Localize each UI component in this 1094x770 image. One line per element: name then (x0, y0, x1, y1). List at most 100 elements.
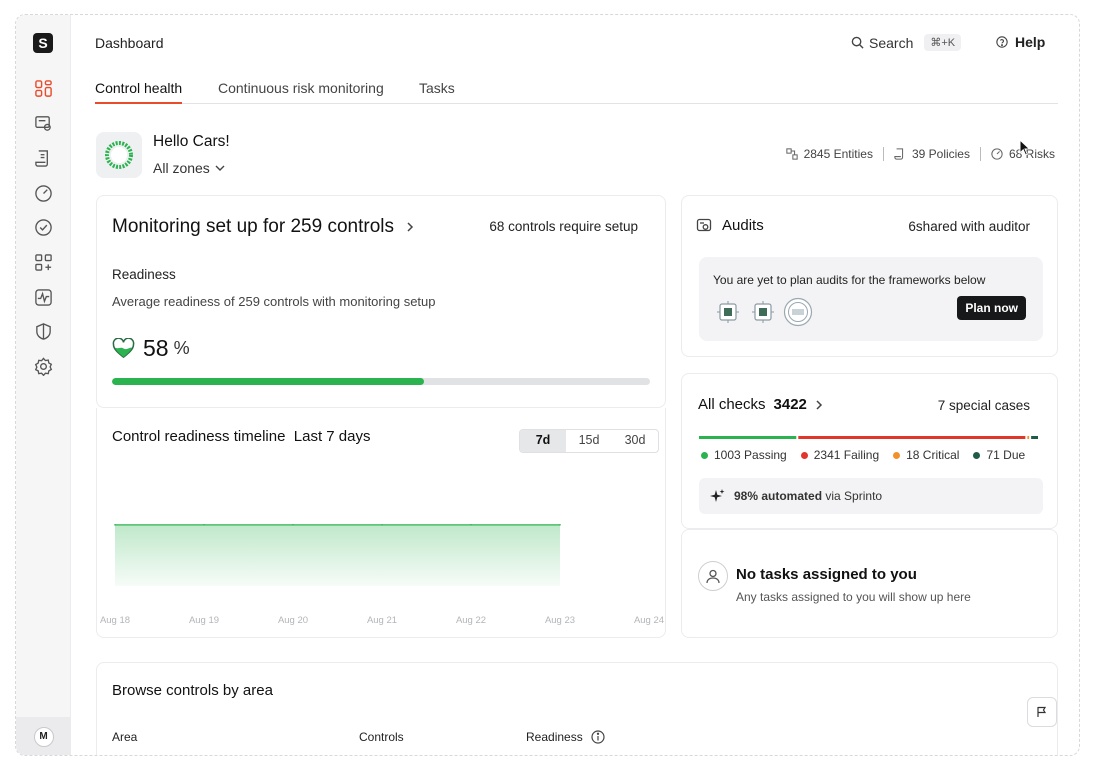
x-tick-label: Aug 20 (278, 615, 308, 626)
nav-activity-icon[interactable] (33, 287, 53, 307)
zone-selector-label: All zones (153, 160, 210, 176)
readiness-timeline-chart: Aug 18 Aug 19 Aug 20 Aug 21 Aug 22 Aug 23 Aug … (100, 524, 664, 626)
stat-policies[interactable]: 39 Policies (882, 147, 980, 161)
sidebar: S M (16, 15, 71, 755)
entities-icon (785, 148, 798, 160)
all-checks-link[interactable]: All checks 3422 (698, 396, 823, 413)
readiness-percent: 58 % (112, 335, 190, 362)
plan-now-button[interactable]: Plan now (957, 296, 1026, 320)
chevron-down-icon (215, 165, 225, 171)
user-icon (706, 569, 720, 584)
special-cases-link[interactable]: 7 special cases (938, 398, 1030, 413)
nav-policy-icon[interactable] (33, 148, 53, 168)
sparkle-icon (710, 489, 725, 502)
user-menu[interactable]: M (16, 717, 71, 755)
zone-selector[interactable]: All zones (153, 160, 226, 176)
app-window: S M Dashboard Search ⌘+K Help Control he… (15, 14, 1080, 756)
readiness-timeline-card: Control readiness timeline Last 7 days 7… (96, 408, 666, 638)
audits-header: Audits (696, 217, 764, 234)
x-tick-label: Aug 21 (367, 615, 397, 626)
critical-label: 18 Critical (906, 448, 960, 462)
user-placeholder-avatar (698, 561, 728, 591)
x-tick-label: Aug 19 (189, 615, 219, 626)
nav-certificate-icon[interactable] (33, 113, 53, 133)
passing-label: 1003 Passing (714, 448, 787, 462)
risks-icon (991, 148, 1003, 160)
column-header-area[interactable]: Area (112, 730, 137, 744)
stat-policies-label: 39 Policies (911, 147, 970, 161)
info-icon[interactable] (591, 730, 605, 744)
help-icon (996, 36, 1008, 48)
flag-icon (1037, 706, 1047, 717)
timeline-point[interactable] (470, 524, 472, 526)
column-header-readiness[interactable]: Readiness (526, 730, 605, 744)
failing-label: 2341 Failing (813, 448, 880, 462)
range-toggle: 7d 15d 30d (519, 429, 659, 453)
page-title: Dashboard (95, 35, 164, 51)
nav-settings-icon[interactable] (33, 356, 53, 376)
timeline-point[interactable] (559, 524, 561, 526)
readiness-description: Average readiness of 259 controls with m… (112, 294, 436, 309)
critical-dot (893, 451, 901, 459)
checks-distribution-bar (699, 436, 1038, 439)
mouse-cursor-icon (1019, 139, 1031, 156)
tasks-card: No tasks assigned to you Any tasks assig… (681, 529, 1058, 638)
timeline-period: Last 7 days (293, 428, 371, 445)
all-checks-title: All checks (698, 396, 766, 413)
automation-percent: 98% automated (734, 489, 823, 503)
org-logo-icon (105, 141, 133, 169)
search-button[interactable]: Search ⌘+K (851, 34, 962, 51)
nav-controls-icon[interactable] (33, 78, 53, 98)
plan-audit-panel: You are yet to plan audits for the frame… (699, 257, 1043, 341)
tab-continuous-risk-monitoring[interactable]: Continuous risk monitoring (218, 80, 384, 104)
timeline-point[interactable] (292, 524, 294, 526)
chevron-right-icon (407, 222, 414, 232)
passing-dot (701, 451, 708, 459)
controls-require-setup-link[interactable]: 68 controls require setup (489, 219, 638, 234)
due-label: 71 Due (986, 448, 1026, 462)
timeline-area (115, 524, 560, 586)
readiness-progress-bar (112, 378, 650, 385)
timeline-point[interactable] (114, 524, 116, 526)
range-15d-button[interactable]: 15d (566, 430, 612, 452)
range-30d-button[interactable]: 30d (612, 430, 658, 452)
help-button[interactable]: Help (996, 34, 1045, 50)
legend-critical[interactable]: 18 Critical (893, 448, 959, 462)
timeline-point[interactable] (203, 524, 205, 526)
summary-stats: 2845 Entities 39 Policies 68 Risks (776, 147, 1055, 161)
feedback-button[interactable] (1027, 697, 1057, 727)
x-tick-label: Aug 24 (634, 615, 664, 626)
readiness-progress-fill (112, 378, 425, 385)
app-logo[interactable]: S (33, 33, 53, 53)
legend-passing[interactable]: 1003 Passing (701, 448, 787, 462)
audit-icon (696, 218, 712, 231)
checks-bar-critical (1027, 436, 1030, 439)
legend-failing[interactable]: 2341 Failing (800, 448, 880, 462)
readiness-label: Readiness (112, 267, 176, 282)
tab-tasks[interactable]: Tasks (419, 80, 455, 104)
search-label: Search (869, 34, 914, 51)
greeting: Hello Cars! (153, 133, 230, 150)
column-header-controls[interactable]: Controls (359, 730, 404, 744)
legend-due[interactable]: 71 Due (973, 448, 1025, 462)
stat-risks[interactable]: 68 Risks (979, 147, 1055, 161)
timeline-point[interactable] (381, 524, 383, 526)
browse-controls-title: Browse controls by area (112, 682, 273, 699)
nav-shield-icon[interactable] (33, 321, 53, 341)
column-header-readiness-label: Readiness (526, 730, 583, 744)
nav-check-icon[interactable] (33, 217, 53, 237)
nav-gauge-icon[interactable] (33, 183, 53, 203)
search-shortcut: ⌘+K (924, 34, 962, 51)
no-tasks-title: No tasks assigned to you (736, 566, 917, 583)
avatar[interactable]: M (33, 727, 54, 747)
nav-apps-icon[interactable] (33, 252, 53, 272)
stat-entities[interactable]: 2845 Entities (776, 147, 883, 161)
automation-via: via Sprinto (825, 489, 883, 503)
range-7d-button[interactable]: 7d (520, 430, 566, 452)
tab-control-health[interactable]: Control health (95, 80, 183, 104)
monitoring-card: Monitoring set up for 259 controls 68 co… (96, 195, 666, 408)
checks-legend: 1003 Passing 2341 Failing 18 Critical 71… (701, 448, 1025, 462)
shared-with-auditor-link[interactable]: 6shared with auditor (908, 219, 1030, 234)
timeline-title-text: Control readiness timeline (112, 428, 286, 445)
monitoring-title-link[interactable]: Monitoring set up for 259 controls (112, 216, 414, 238)
